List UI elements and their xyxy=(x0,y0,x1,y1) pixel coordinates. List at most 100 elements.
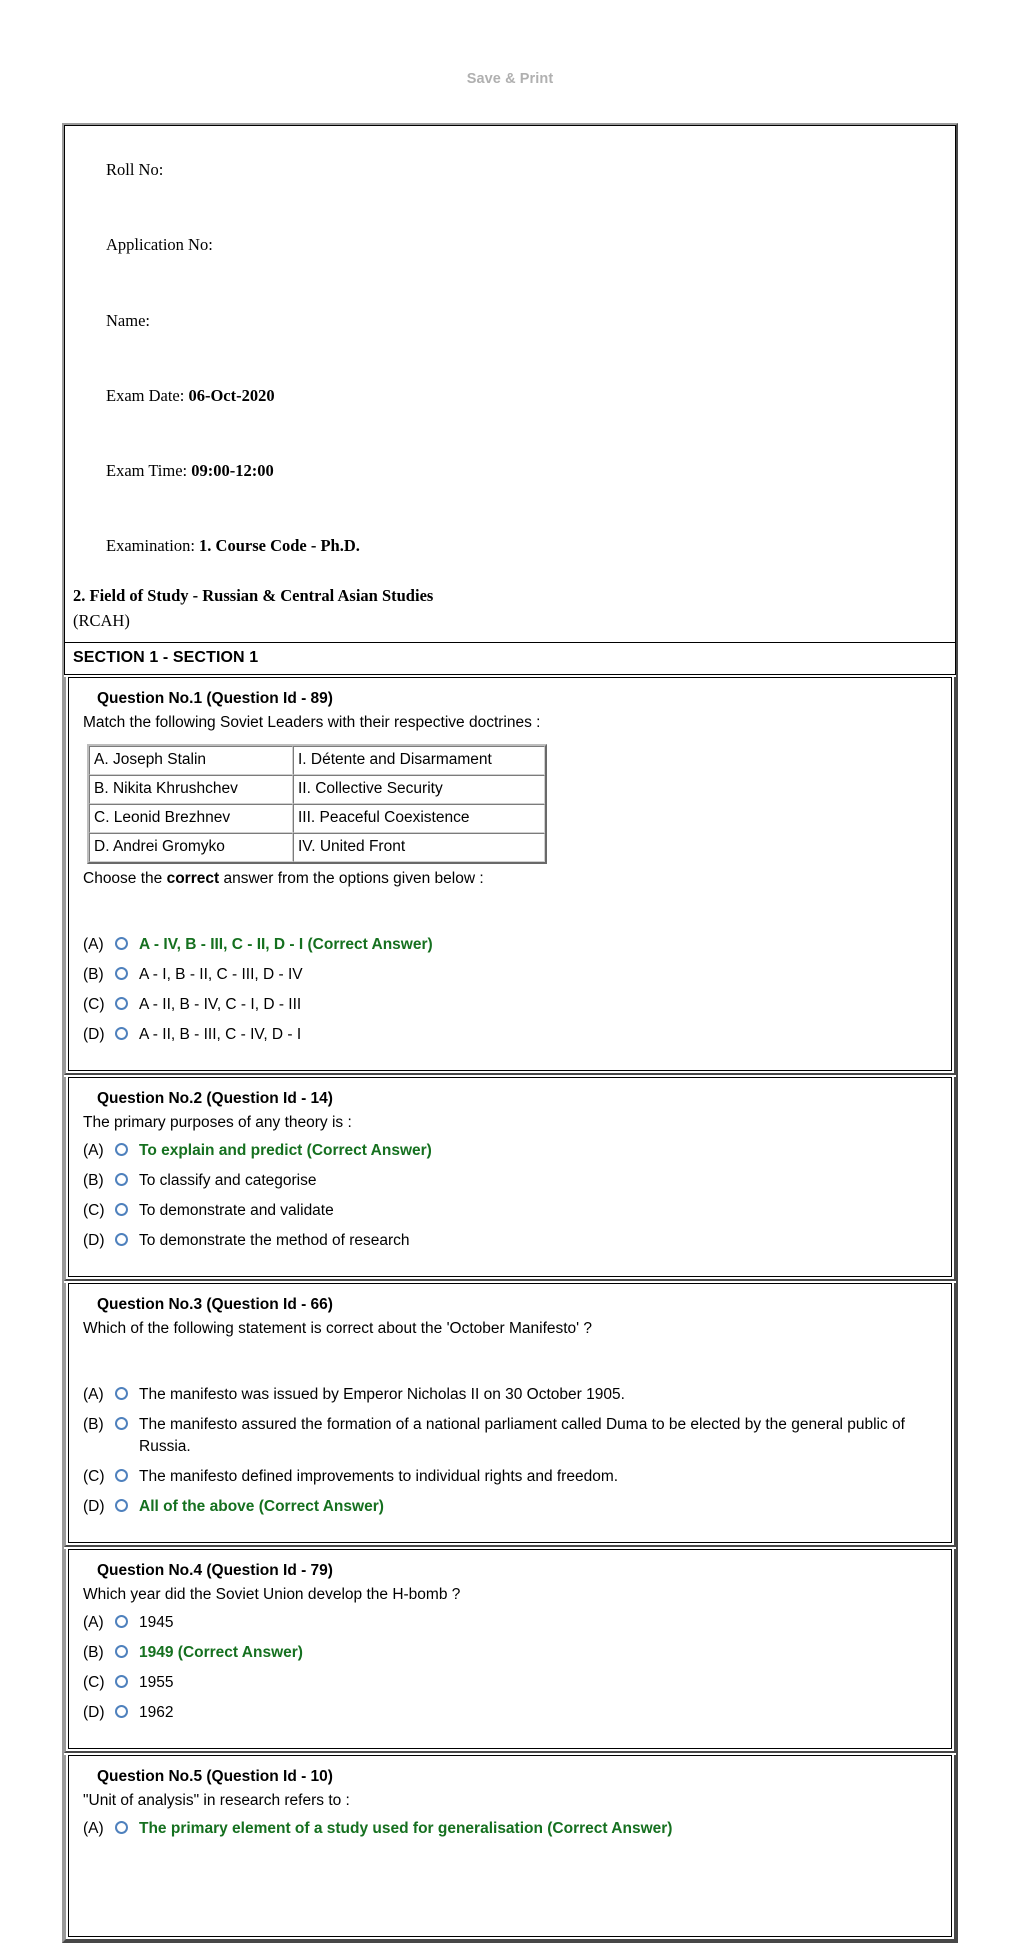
option-row[interactable]: (C) The manifesto defined improvements t… xyxy=(83,1466,937,1488)
option-row[interactable]: (B) The manifesto assured the formation … xyxy=(83,1414,937,1458)
option-text: To classify and categorise xyxy=(139,1171,317,1189)
option-letter: (B) xyxy=(83,965,104,983)
radio-button-icon[interactable] xyxy=(115,1172,128,1186)
option-row[interactable]: (D) 1962 xyxy=(83,1702,937,1724)
option-text: A - IV, B - III, C - II, D - I (Correct … xyxy=(139,935,433,953)
question-4: Question No.4 (Question Id - 79) Which y… xyxy=(68,1548,952,1749)
match-right-cell: II. Collective Security xyxy=(293,774,545,804)
option-row[interactable]: (A) To explain and predict (Correct Answ… xyxy=(83,1140,937,1162)
option-row[interactable]: (B) A - I, B - II, C - III, D - IV xyxy=(83,964,937,986)
question-title: Question No.5 (Question Id - 10) xyxy=(97,1767,333,1785)
examination-label: Examination: xyxy=(106,536,200,556)
match-right-cell: III. Peaceful Coexistence xyxy=(293,803,545,833)
radio-button-icon[interactable] xyxy=(115,1142,128,1156)
radio-button-icon[interactable] xyxy=(115,1232,128,1246)
choose-instruction-bold: correct xyxy=(166,869,220,887)
option-list: (A) The manifesto was issued by Emperor … xyxy=(83,1384,937,1518)
radio-button-icon[interactable] xyxy=(115,1644,128,1658)
question-title: Question No.2 (Question Id - 14) xyxy=(97,1089,333,1107)
option-letter: (B) xyxy=(83,1643,104,1661)
question-block: Question No.4 (Question Id - 79) Which y… xyxy=(64,1548,956,1753)
option-letter: (D) xyxy=(83,1497,105,1515)
question-1: Question No.1 (Question Id - 89) Match t… xyxy=(68,676,952,1071)
radio-button-icon[interactable] xyxy=(115,936,128,950)
radio-button-icon[interactable] xyxy=(115,1026,128,1040)
option-letter: (B) xyxy=(83,1171,104,1189)
match-left-cell: A. Joseph Stalin xyxy=(89,745,293,775)
table-row: A. Joseph Stalin I. Détente and Disarmam… xyxy=(89,745,545,775)
option-text: The primary element of a study used for … xyxy=(139,1819,673,1837)
application-no-row: Application No: xyxy=(73,207,947,282)
question-text: "Unit of analysis" in research refers to… xyxy=(83,1791,350,1809)
name-row: Name: xyxy=(73,282,947,357)
option-row[interactable]: (C) To demonstrate and validate xyxy=(83,1200,937,1222)
option-row[interactable]: (A) The primary element of a study used … xyxy=(83,1818,937,1840)
radio-button-icon[interactable] xyxy=(115,1614,128,1628)
question-block: Question No.3 (Question Id - 66) Which o… xyxy=(64,1282,956,1547)
radio-button-icon[interactable] xyxy=(115,1820,128,1834)
table-row: C. Leonid Brezhnev III. Peaceful Coexist… xyxy=(89,803,545,833)
radio-button-icon[interactable] xyxy=(115,1386,128,1400)
radio-button-icon[interactable] xyxy=(115,1416,128,1430)
option-row[interactable]: (C) 1955 xyxy=(83,1672,937,1694)
question-text: The primary purposes of any theory is : xyxy=(83,1113,352,1131)
roll-no-row: Roll No: xyxy=(73,132,947,207)
option-text: 1949 (Correct Answer) xyxy=(139,1643,303,1661)
radio-button-icon[interactable] xyxy=(115,1704,128,1718)
option-letter: (D) xyxy=(83,1025,105,1043)
option-letter: (C) xyxy=(83,1673,105,1691)
option-text: To demonstrate the method of research xyxy=(139,1231,410,1249)
radio-button-icon[interactable] xyxy=(115,1468,128,1482)
option-text: To explain and predict (Correct Answer) xyxy=(139,1141,432,1159)
option-row[interactable]: (A) The manifesto was issued by Emperor … xyxy=(83,1384,937,1406)
question-5: Question No.5 (Question Id - 10) "Unit o… xyxy=(68,1754,952,1937)
name-label: Name: xyxy=(106,310,150,330)
question-title: Question No.3 (Question Id - 66) xyxy=(97,1295,333,1313)
option-row[interactable]: (D) To demonstrate the method of researc… xyxy=(83,1230,937,1252)
option-letter: (A) xyxy=(83,1613,104,1631)
match-right-cell: IV. United Front xyxy=(293,832,545,862)
question-block: Question No.2 (Question Id - 14) The pri… xyxy=(64,1076,956,1281)
section-title: SECTION 1 - SECTION 1 xyxy=(64,642,956,675)
table-row: B. Nikita Khrushchev II. Collective Secu… xyxy=(89,774,545,804)
examination-code: (RCAH) xyxy=(73,611,130,631)
option-row[interactable]: (A) 1945 xyxy=(83,1612,937,1634)
option-letter: (D) xyxy=(83,1231,105,1249)
option-row[interactable]: (B) To classify and categorise xyxy=(83,1170,937,1192)
exam-date-label: Exam Date: xyxy=(106,385,189,405)
match-left-cell: C. Leonid Brezhnev xyxy=(89,803,293,833)
option-row[interactable]: (A) A - IV, B - III, C - II, D - I (Corr… xyxy=(83,934,937,956)
question-block: Question No.5 (Question Id - 10) "Unit o… xyxy=(64,1754,956,1941)
option-letter: (A) xyxy=(83,1141,104,1159)
option-row[interactable]: (D) A - II, B - III, C - IV, D - I xyxy=(83,1024,937,1046)
option-text: 1945 xyxy=(139,1613,174,1631)
radio-button-icon[interactable] xyxy=(115,1674,128,1688)
match-table: A. Joseph Stalin I. Détente and Disarmam… xyxy=(87,743,547,864)
radio-button-icon[interactable] xyxy=(115,966,128,980)
match-right-cell: I. Détente and Disarmament xyxy=(293,745,545,775)
option-text: 1962 xyxy=(139,1703,174,1721)
option-text: A - II, B - III, C - IV, D - I xyxy=(139,1025,302,1043)
option-letter: (A) xyxy=(83,1819,104,1837)
question-title: Question No.1 (Question Id - 89) xyxy=(97,689,333,707)
radio-button-icon[interactable] xyxy=(115,1498,128,1512)
radio-button-icon[interactable] xyxy=(115,1202,128,1216)
exam-time-label: Exam Time: xyxy=(106,461,192,481)
radio-button-icon[interactable] xyxy=(115,996,128,1010)
application-no-label: Application No: xyxy=(106,235,213,255)
choose-instruction: Choose the correct answer from the optio… xyxy=(83,868,937,890)
option-row[interactable]: (D) All of the above (Correct Answer) xyxy=(83,1496,937,1518)
option-list: (A) 1945 (B) 1949 (Correct Answer) (C) 1… xyxy=(83,1612,937,1724)
choose-instruction-post: answer from the options given below : xyxy=(219,869,484,887)
option-list: (A) A - IV, B - III, C - II, D - I (Corr… xyxy=(83,934,937,1046)
save-and-print-label[interactable]: Save & Print xyxy=(0,0,1020,87)
match-left-cell: B. Nikita Khrushchev xyxy=(89,774,293,804)
question-3: Question No.3 (Question Id - 66) Which o… xyxy=(68,1282,952,1543)
option-row[interactable]: (B) 1949 (Correct Answer) xyxy=(83,1642,937,1664)
option-text: The manifesto was issued by Emperor Nich… xyxy=(139,1385,625,1403)
option-letter: (C) xyxy=(83,995,105,1013)
option-row[interactable]: (C) A - II, B - IV, C - I, D - III xyxy=(83,994,937,1016)
question-title: Question No.4 (Question Id - 79) xyxy=(97,1561,333,1579)
